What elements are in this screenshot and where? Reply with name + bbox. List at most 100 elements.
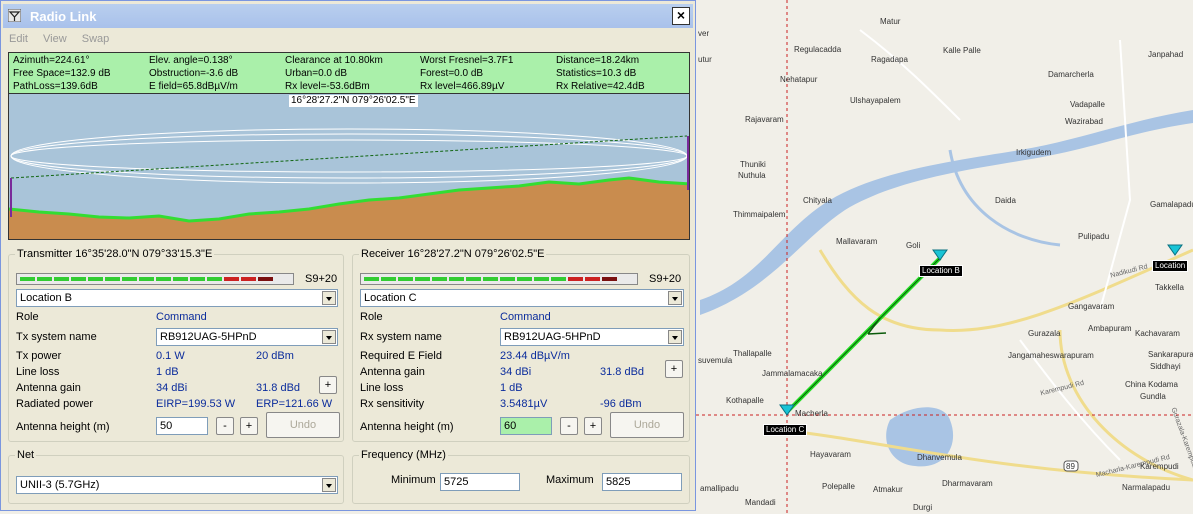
map-place-label: Hayavaram	[810, 450, 851, 459]
stat-rx-level-uv: Rx level=466.89µV	[420, 81, 505, 92]
road-minor-2	[859, 29, 961, 121]
tx-power-dbm: 20 dBm	[256, 350, 294, 362]
tx-undo-button[interactable]: Undo	[266, 412, 340, 438]
rx-height-plus-button[interactable]: +	[584, 417, 602, 435]
menu-view[interactable]: View	[43, 31, 67, 48]
map-place-label: Regulacadda	[794, 45, 842, 54]
stat-fresnel: Worst Fresnel=3.7F1	[420, 55, 514, 66]
map-place-label: Kachavaram	[1135, 329, 1180, 338]
receiver-group: Receiver 16°28'27.2"N 079°26'02.5"E S9+2…	[352, 248, 690, 442]
rx-height-minus-button[interactable]: -	[560, 417, 578, 435]
map-place-label: Takkella	[1155, 283, 1184, 292]
frequency-max-input[interactable]: 5825	[602, 473, 682, 491]
terrain-profile: 16°28'27.2"N 079°26'02.5"E	[8, 94, 690, 240]
map-place-label: 89	[1066, 462, 1075, 471]
receiver-legend: Receiver 16°28'27.2"N 079°26'02.5"E	[359, 248, 547, 261]
antenna-c-icon[interactable]	[779, 404, 795, 416]
net-select[interactable]: UNII-3 (5.7GHz)	[16, 476, 338, 494]
menu-edit[interactable]: Edit	[9, 31, 28, 48]
rx-efield-label: Required E Field	[360, 350, 442, 362]
rx-gain-plus-button[interactable]: +	[665, 360, 683, 378]
tx-system-select[interactable]: RB912UAG-5HPnD	[156, 328, 338, 346]
rx-system-value: RB912UAG-5HPnD	[504, 331, 601, 343]
chevron-down-icon[interactable]	[322, 478, 336, 492]
chevron-down-icon[interactable]	[668, 291, 682, 305]
chevron-down-icon[interactable]	[668, 330, 682, 344]
map-place-label: Ragadapa	[871, 55, 908, 64]
map-place-label: ver	[698, 29, 710, 38]
map-place-label: Janpahad	[1148, 50, 1184, 59]
tx-eirp: EIRP=199.53 W	[156, 398, 236, 410]
rx-efield-value: 23.44 dBµV/m	[500, 350, 570, 362]
map-place-label: Narmalapadu	[1122, 483, 1171, 492]
net-group: Net UNII-3 (5.7GHz)	[8, 449, 344, 504]
tx-location-value: Location B	[20, 292, 72, 304]
menu-swap[interactable]: Swap	[82, 31, 110, 48]
location-c-label[interactable]: Location C	[763, 424, 808, 436]
rx-meter-label: S9+20	[649, 273, 682, 285]
rx-undo-button[interactable]: Undo	[610, 412, 684, 438]
net-value: UNII-3 (5.7GHz)	[20, 479, 100, 491]
map-place-label: Gangavaram	[1068, 302, 1115, 311]
stat-efield: E field=65.8dBµV/m	[149, 81, 238, 92]
location-b-label[interactable]: Location B	[919, 265, 963, 277]
frequency-min-input[interactable]: 5725	[440, 473, 520, 491]
map-place-label: Gundla	[1140, 392, 1166, 401]
rx-lineloss-label: Line loss	[360, 382, 404, 394]
map-place-label: Karempudi	[1140, 462, 1179, 471]
frequency-max-label: Maximum	[546, 474, 594, 486]
rx-sensitivity-label: Rx sensitivity	[360, 398, 425, 410]
terrain-fill	[9, 178, 689, 239]
frequency-group: Frequency (MHz) Minimum 5725 Maximum 582…	[352, 449, 690, 504]
map-place-label: Thallapalle	[733, 349, 772, 358]
rx-role-value: Command	[500, 311, 551, 323]
frequency-legend: Frequency (MHz)	[359, 449, 448, 462]
close-button[interactable]: ×	[672, 7, 690, 25]
chevron-down-icon[interactable]	[322, 291, 336, 305]
rx-sensitivity-dbm: -96 dBm	[600, 398, 642, 410]
tx-height-input[interactable]: 50	[156, 417, 208, 435]
transmitter-group: Transmitter 16°35'28.0"N 079°33'15.3"E S…	[8, 248, 344, 442]
map-place-label: Mandadi	[745, 498, 776, 507]
link-statistics-panel: Azimuth=224.61° Elev. angle=0.138° Clear…	[8, 52, 690, 94]
antenna-other-icon[interactable]	[1167, 244, 1183, 256]
map-place-label: Gamalapadu	[1150, 200, 1193, 209]
tx-gain-plus-button[interactable]: +	[319, 376, 337, 394]
tx-height-minus-button[interactable]: -	[216, 417, 234, 435]
map-place-label: Nuthula	[738, 171, 766, 180]
map-place-label: Dhanvemula	[917, 453, 962, 462]
map-place-label: Wazirabad	[1065, 117, 1103, 126]
map-place-label: Sankarapuram	[1148, 350, 1193, 359]
location-other-label[interactable]: Location	[1152, 260, 1189, 272]
stat-obstruction: Obstruction=-3.6 dB	[149, 68, 239, 79]
stat-forest: Forest=0.0 dB	[420, 68, 484, 79]
map-place-label: China Kodama	[1125, 380, 1178, 389]
tx-height-plus-button[interactable]: +	[240, 417, 258, 435]
rx-location-value: Location C	[364, 292, 417, 304]
title-bar[interactable]: Radio Link ×	[3, 4, 693, 28]
tx-location-select[interactable]: Location B	[16, 289, 338, 307]
map-place-label: Goli	[906, 241, 921, 250]
chevron-down-icon[interactable]	[322, 330, 336, 344]
stat-rx-level-dbm: Rx level=-53.6dBm	[285, 81, 370, 92]
tx-role-label: Role	[16, 311, 39, 323]
map-place-label: Chityala	[803, 196, 832, 205]
rx-gain-dbd: 31.8 dBd	[600, 366, 645, 378]
antenna-b-icon[interactable]	[932, 249, 948, 261]
tx-meter-label: S9+20	[305, 273, 338, 285]
tx-erp: ERP=121.66 W	[256, 398, 333, 410]
transmitter-legend: Transmitter 16°35'28.0"N 079°33'15.3"E	[15, 248, 215, 261]
rx-location-select[interactable]: Location C	[360, 289, 684, 307]
rx-height-input[interactable]: 60	[500, 417, 552, 435]
stat-urban: Urban=0.0 dB	[285, 68, 347, 79]
road-nadikudi	[818, 248, 1193, 332]
map-place-label: Ambapuram	[1088, 324, 1132, 333]
net-legend: Net	[15, 449, 37, 462]
map-place-label: Jammalamacaka	[762, 369, 823, 378]
rx-sensitivity-uv: 3.5481µV	[500, 398, 548, 410]
stat-clearance: Clearance at 10.80km	[285, 55, 383, 66]
rx-system-select[interactable]: RB912UAG-5HPnD	[500, 328, 684, 346]
map-place-label: Jangamaheswarapuram	[1008, 351, 1094, 360]
map-place-label: utur	[698, 55, 712, 64]
tx-power-w: 0.1 W	[156, 350, 185, 362]
